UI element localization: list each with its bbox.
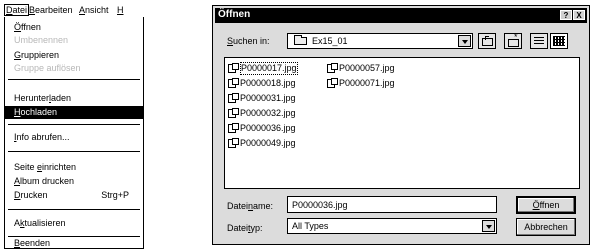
filetype-label-post: yp: <box>250 223 263 233</box>
menu-h-key: H <box>117 5 124 15</box>
file-name: P0000049.jpg <box>240 138 296 148</box>
filename-label-pre: Datei <box>227 201 249 211</box>
file-list[interactable]: P0000017.jpg P0000018.jpg P0000031.jpg P… <box>224 57 580 189</box>
dropdown-arrow-icon[interactable] <box>458 35 471 47</box>
menu-item-label: aden <box>51 93 72 103</box>
menu-bearbeiten-rest: earbeiten <box>35 5 73 15</box>
file-dropdown: Öffnen Umbenennen Gruppieren Gruppe aufl… <box>4 17 144 249</box>
filetype-label-pre: Datei <box>227 223 249 233</box>
filetype-combobox[interactable]: All Types <box>287 218 497 234</box>
menu-item-beenden[interactable]: Beenden <box>5 237 143 250</box>
new-folder-button[interactable] <box>504 32 522 49</box>
menu-item-gruppieren[interactable]: Gruppieren <box>5 49 143 62</box>
menu-item-info-abrufen[interactable]: Info abrufen... <box>5 131 143 144</box>
image-file-icon <box>228 78 239 88</box>
help-button[interactable]: ? <box>560 10 572 20</box>
list-view-button[interactable] <box>530 33 548 49</box>
file-menu-panel: Datei Bearbeiten Ansicht H Öffnen Umbene… <box>0 0 146 250</box>
open-dialog: Öffnen ? X Suchen in: Ex15_01 P0000017.j… <box>212 5 590 245</box>
image-file-icon <box>228 138 239 148</box>
menu-item-label: eenden <box>20 238 51 248</box>
dialog-titlebar[interactable]: Öffnen ? X <box>215 8 587 23</box>
menu-item-label: ochladen <box>20 107 58 117</box>
cancel-button[interactable]: Abbrechen <box>516 218 576 236</box>
menu-item-key: G <box>14 50 22 60</box>
filetype-label: Dateityp: <box>227 223 263 233</box>
menu-item-label: ffnen <box>21 22 41 32</box>
menu-item-oeffnen[interactable]: Öffnen <box>5 21 143 34</box>
menu-item-album-drucken[interactable]: Album drucken <box>5 175 143 188</box>
menu-h[interactable]: H <box>117 5 124 15</box>
menu-datei-rest: atei <box>12 5 28 15</box>
menu-item-umbenennen: Umbenennen <box>5 34 143 47</box>
image-file-icon <box>228 63 239 73</box>
filename-input[interactable] <box>287 196 497 213</box>
look-in-combobox[interactable]: Ex15_01 <box>287 33 473 49</box>
image-file-icon <box>327 78 338 88</box>
file-name: P0000057.jpg <box>339 63 395 73</box>
file-name: P0000018.jpg <box>240 78 296 88</box>
menu-ansicht[interactable]: Ansicht <box>79 5 109 15</box>
filename-label-post: ame: <box>253 201 274 211</box>
menu-item-label: nfo abrufen... <box>16 132 70 142</box>
menu-separator <box>8 209 140 210</box>
folder-icon <box>294 35 307 45</box>
image-file-icon <box>327 63 338 73</box>
menu-item-label: ruppieren <box>21 50 60 60</box>
image-file-icon <box>228 93 239 103</box>
file-name: P0000071.jpg <box>339 78 395 88</box>
menu-item-key: Ö <box>14 22 22 32</box>
menu-ansicht-rest: nsicht <box>85 5 109 15</box>
menu-item-gruppe-aufloesen: Gruppe auflösen <box>5 62 143 75</box>
menu-item-herunterladen[interactable]: Herunterladen <box>5 92 143 105</box>
menu-bearbeiten[interactable]: Bearbeiten <box>29 5 73 15</box>
menu-item-aktualisieren[interactable]: Aktualisieren <box>5 217 143 230</box>
file-name: P0000032.jpg <box>240 108 296 118</box>
filetype-value: All Types <box>292 221 329 231</box>
open-button-key: Ö <box>532 200 540 210</box>
up-folder-button[interactable] <box>478 33 496 49</box>
menu-item-label: tualisieren <box>24 218 66 228</box>
menu-separator <box>8 151 140 152</box>
file-name: P0000036.jpg <box>240 123 296 133</box>
file-name: P0000031.jpg <box>240 93 296 103</box>
image-file-icon <box>228 108 239 118</box>
menu-item-drucken[interactable]: Drucken Strg+P <box>5 189 143 202</box>
image-file-icon <box>228 123 239 133</box>
look-in-value: Ex15_01 <box>312 36 348 46</box>
menu-item-label: inrichten <box>42 162 77 172</box>
menu-item-hochladen[interactable]: Hochladen <box>5 106 143 119</box>
menu-datei[interactable]: Datei <box>4 4 30 16</box>
close-button[interactable]: X <box>573 10 585 20</box>
menu-item-label: rucken <box>20 190 48 200</box>
file-name: P0000017.jpg <box>240 62 298 75</box>
menu-item-label: lbum drucken <box>20 176 75 186</box>
details-view-button[interactable] <box>550 33 568 49</box>
open-button-label: ffnen <box>539 200 560 210</box>
menu-separator <box>8 79 140 80</box>
dialog-title: Öffnen <box>218 9 251 20</box>
menu-item-label-pre: Herunter <box>14 93 50 103</box>
menu-item-seite-einrichten[interactable]: Seite einrichten <box>5 161 143 174</box>
menu-item-label: Gruppe auflösen <box>14 63 81 73</box>
shortcut-label: Strg+P <box>101 190 129 200</box>
menu-separator <box>8 124 140 125</box>
open-button[interactable]: Öffnen <box>516 196 576 214</box>
dropdown-arrow-icon[interactable] <box>482 220 495 232</box>
menu-item-label: Umbenennen <box>14 35 69 45</box>
menu-item-label-pre: Seite <box>14 162 38 172</box>
look-in-label: Suchen in: <box>227 36 270 46</box>
look-in-label-text: uchen in: <box>233 36 270 46</box>
filename-label: Dateiname: <box>227 201 273 211</box>
